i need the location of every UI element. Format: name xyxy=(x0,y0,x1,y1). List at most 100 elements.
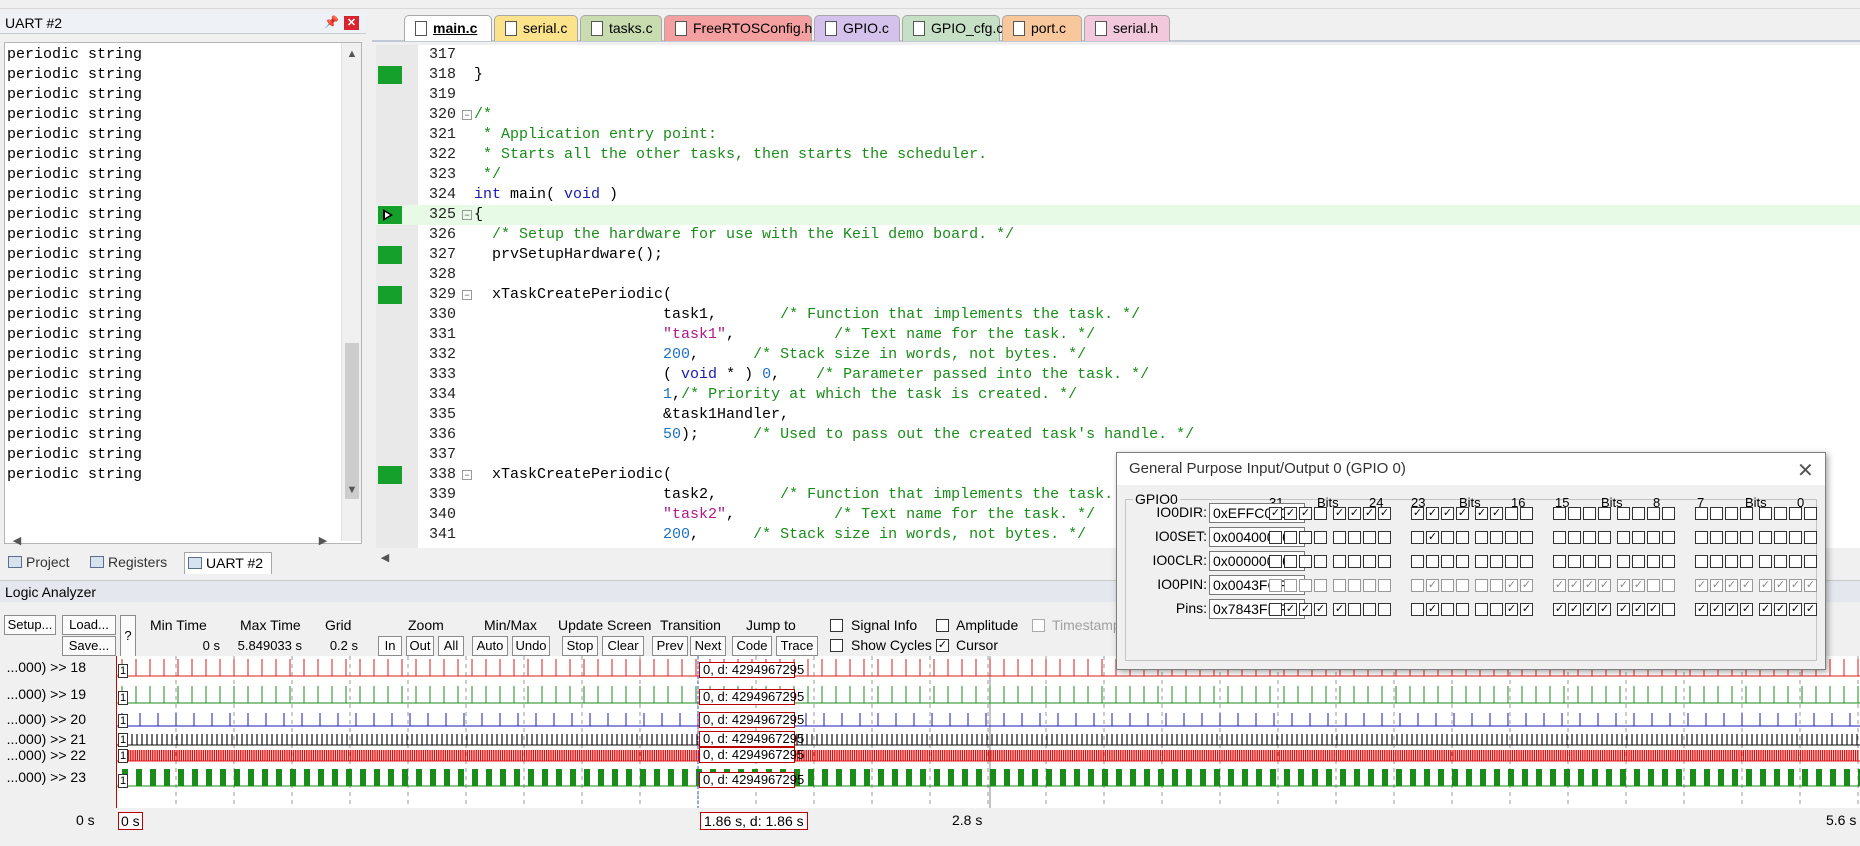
bit-checkbox[interactable] xyxy=(1804,507,1817,520)
bit-checkbox[interactable] xyxy=(1269,555,1282,568)
bit-checkbox[interactable]: ✓ xyxy=(1710,603,1723,616)
bit-checkbox[interactable] xyxy=(1617,507,1630,520)
bit-checkbox[interactable] xyxy=(1598,507,1611,520)
bit-checkbox[interactable] xyxy=(1378,603,1391,616)
bit-checkbox[interactable] xyxy=(1710,555,1723,568)
code-line[interactable]: 319 xyxy=(376,85,1860,105)
bit-checkbox[interactable] xyxy=(1632,507,1645,520)
bit-checkbox[interactable] xyxy=(1299,555,1312,568)
bit-checkbox[interactable]: ✓ xyxy=(1740,603,1753,616)
file-tab-port-c[interactable]: port.c xyxy=(1002,15,1082,41)
bit-checkbox[interactable] xyxy=(1740,555,1753,568)
bit-checkbox[interactable] xyxy=(1363,603,1376,616)
bit-checkbox[interactable]: ✓ xyxy=(1505,603,1518,616)
bit-checkbox[interactable] xyxy=(1804,555,1817,568)
bit-checkbox[interactable] xyxy=(1411,531,1424,544)
bit-checkbox[interactable] xyxy=(1632,555,1645,568)
fold-collapse-icon[interactable]: − xyxy=(462,210,472,220)
bit-checkbox[interactable] xyxy=(1348,555,1361,568)
bit-checkbox[interactable] xyxy=(1740,531,1753,544)
jump-trace-button[interactable]: Trace xyxy=(776,636,818,656)
code-line[interactable]: 328 xyxy=(376,265,1860,285)
bit-checkbox[interactable]: ✓ xyxy=(1284,507,1297,520)
bit-checkbox[interactable] xyxy=(1520,507,1533,520)
code-line[interactable]: 326 /* Setup the hardware for use with t… xyxy=(376,225,1860,245)
bit-checkbox[interactable] xyxy=(1662,555,1675,568)
bit-checkbox[interactable] xyxy=(1299,531,1312,544)
code-line[interactable]: 330 task1, /* Function that implements t… xyxy=(376,305,1860,325)
bit-checkbox[interactable] xyxy=(1520,531,1533,544)
zoom-out-button[interactable]: Out xyxy=(406,636,434,656)
code-line[interactable]: 324 int main( void ) xyxy=(376,185,1860,205)
bit-checkbox[interactable] xyxy=(1740,507,1753,520)
bit-checkbox[interactable]: ✓ xyxy=(1725,603,1738,616)
bit-checkbox[interactable] xyxy=(1284,531,1297,544)
tab-uart-2[interactable]: UART #2 xyxy=(184,552,272,574)
code-coverage-marker[interactable] xyxy=(378,286,402,304)
bit-checkbox[interactable] xyxy=(1617,531,1630,544)
next-button[interactable]: Next xyxy=(690,636,726,656)
fold-collapse-icon[interactable]: − xyxy=(462,470,472,480)
bit-checkbox[interactable] xyxy=(1348,531,1361,544)
bit-checkbox[interactable] xyxy=(1426,555,1439,568)
bit-checkbox[interactable] xyxy=(1632,531,1645,544)
bit-checkbox[interactable] xyxy=(1456,555,1469,568)
bit-checkbox[interactable]: ✓ xyxy=(1363,507,1376,520)
bit-checkbox[interactable] xyxy=(1695,531,1708,544)
bit-checkbox[interactable] xyxy=(1647,507,1660,520)
bit-checkbox[interactable]: ✓ xyxy=(1759,603,1772,616)
jump-code-button[interactable]: Code xyxy=(732,636,772,656)
bit-checkbox[interactable] xyxy=(1411,603,1424,616)
load-button[interactable]: Load... xyxy=(62,615,116,635)
code-line[interactable]: 323 */ xyxy=(376,165,1860,185)
bit-checkbox[interactable] xyxy=(1710,507,1723,520)
bit-checkbox[interactable] xyxy=(1598,531,1611,544)
bit-checkbox[interactable] xyxy=(1789,531,1802,544)
scroll-left-icon[interactable]: ◀ xyxy=(8,534,26,548)
code-line[interactable]: 317 xyxy=(376,45,1860,65)
bit-checkbox[interactable] xyxy=(1804,531,1817,544)
bit-checkbox[interactable]: ✓ xyxy=(1617,603,1630,616)
code-line[interactable]: 318} xyxy=(376,65,1860,85)
scroll-thumb[interactable] xyxy=(345,343,359,499)
file-tab-serial-c[interactable]: serial.c xyxy=(494,15,578,41)
code-coverage-marker[interactable] xyxy=(378,466,402,484)
bit-checkbox[interactable] xyxy=(1710,531,1723,544)
bit-checkbox[interactable]: ✓ xyxy=(1520,603,1533,616)
scroll-right-icon[interactable]: ▶ xyxy=(314,534,332,548)
bit-checkbox[interactable] xyxy=(1725,555,1738,568)
execution-pointer-icon[interactable] xyxy=(378,206,402,224)
code-line[interactable]: 332 200, /* Stack size in words, not byt… xyxy=(376,345,1860,365)
setup-button[interactable]: Setup... xyxy=(4,615,56,635)
file-tab-gpio-cfg-c[interactable]: GPIO_cfg.c xyxy=(902,15,1003,41)
bit-checkbox[interactable]: ✓ xyxy=(1299,507,1312,520)
code-coverage-marker[interactable] xyxy=(378,246,402,264)
bit-checkbox[interactable] xyxy=(1583,555,1596,568)
bit-checkbox[interactable] xyxy=(1348,603,1361,616)
file-tab-main-c[interactable]: main.c xyxy=(404,15,492,41)
bit-checkbox[interactable] xyxy=(1568,507,1581,520)
bit-checkbox[interactable] xyxy=(1490,531,1503,544)
bit-checkbox[interactable] xyxy=(1725,531,1738,544)
code-line[interactable]: 331 "task1", /* Text name for the task. … xyxy=(376,325,1860,345)
bit-checkbox[interactable] xyxy=(1774,555,1787,568)
code-line[interactable]: 322 * Starts all the other tasks, then s… xyxy=(376,145,1860,165)
uart-output-area[interactable]: periodic string periodic string periodic s… xyxy=(4,42,362,544)
bit-checkbox[interactable]: ✓ xyxy=(1647,603,1660,616)
bit-checkbox[interactable] xyxy=(1333,531,1346,544)
bit-checkbox[interactable]: ✓ xyxy=(1378,507,1391,520)
bit-checkbox[interactable] xyxy=(1284,555,1297,568)
code-line[interactable]: 327 prvSetupHardware(); xyxy=(376,245,1860,265)
uart-vertical-scrollbar[interactable]: ▲ ▼ xyxy=(341,43,361,541)
bit-checkbox[interactable] xyxy=(1314,507,1327,520)
bit-checkbox[interactable]: ✓ xyxy=(1426,531,1439,544)
bit-checkbox[interactable] xyxy=(1475,603,1488,616)
auto-button[interactable]: Auto xyxy=(472,636,508,656)
bit-checkbox[interactable] xyxy=(1269,531,1282,544)
bit-checkbox[interactable] xyxy=(1647,555,1660,568)
bit-checkbox[interactable] xyxy=(1475,531,1488,544)
bit-checkbox[interactable]: ✓ xyxy=(1299,603,1312,616)
bit-checkbox[interactable] xyxy=(1456,531,1469,544)
bit-checkbox[interactable]: ✓ xyxy=(1774,603,1787,616)
bit-checkbox[interactable]: ✓ xyxy=(1314,603,1327,616)
